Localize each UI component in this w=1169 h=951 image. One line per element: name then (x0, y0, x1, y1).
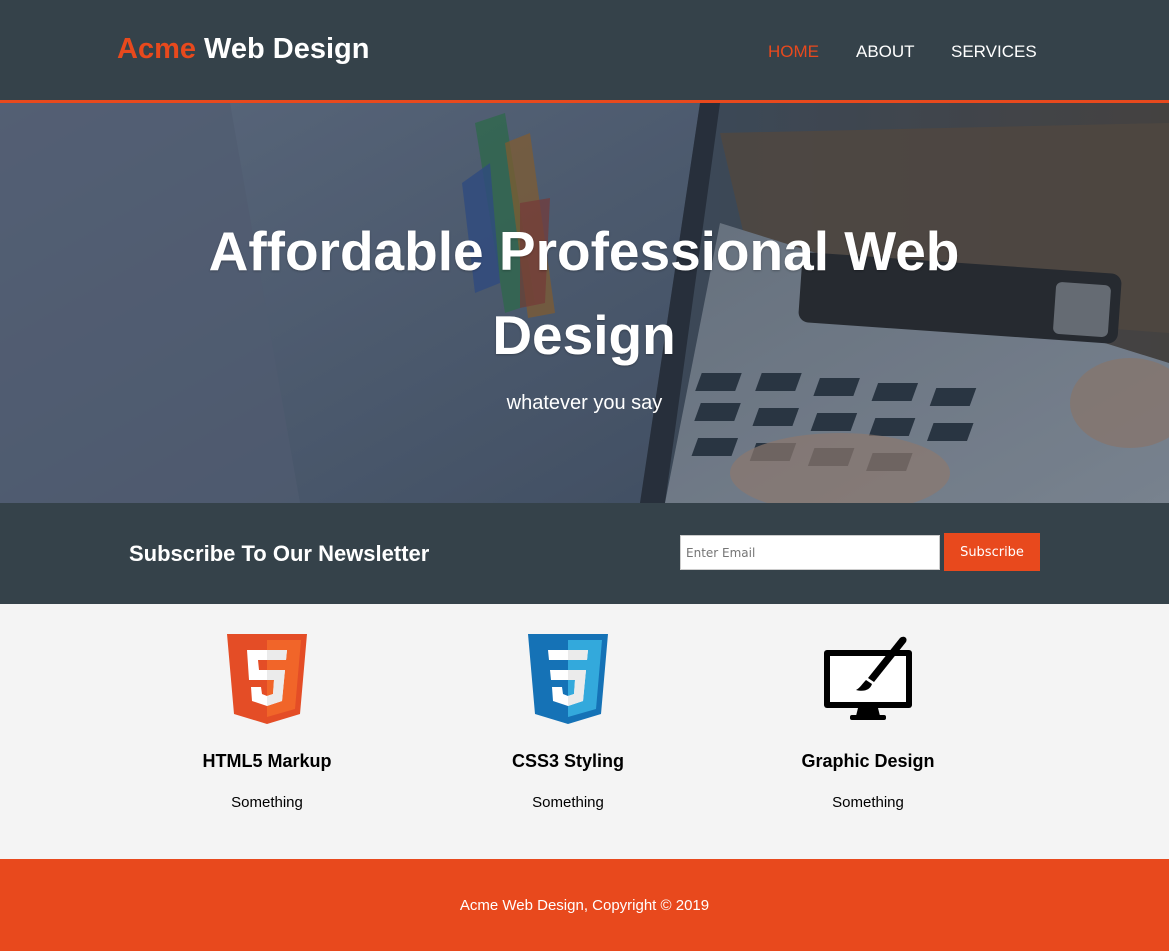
main-nav: HOME ABOUT SERVICES (0, 42, 1169, 64)
hero-title: Affordable Professional Web Design (208, 220, 960, 366)
feature-text: Something (832, 794, 904, 811)
css3-logo-icon (418, 634, 718, 724)
feature-title: CSS3 Styling (511, 751, 625, 771)
nav-item-home[interactable]: HOME (768, 42, 819, 62)
site-footer: Acme Web Design, Copyright © 2019 (0, 859, 1169, 951)
feature-box-graphic-design: Graphic Design Something (718, 604, 1018, 859)
nav-item-services[interactable]: SERVICES (951, 42, 1037, 62)
feature-title: HTML5 Markup (202, 751, 332, 771)
html5-logo-icon (117, 634, 417, 724)
features-section: HTML5 Markup Something CSS3 Styling Some… (0, 604, 1169, 859)
newsletter-heading: Subscribe To Our Newsletter (129, 541, 430, 566)
subscribe-button[interactable]: Subscribe (944, 533, 1040, 571)
site-header: Acme Web Design HOME ABOUT SERVICES (0, 0, 1169, 103)
feature-title: Graphic Design (801, 751, 935, 771)
newsletter-section: Subscribe To Our Newsletter Subscribe (0, 503, 1169, 604)
graphic-design-monitor-icon (718, 634, 1018, 724)
email-input[interactable] (680, 535, 940, 570)
feature-text: Something (532, 794, 604, 811)
hero-showcase: Affordable Professional Web Design whate… (0, 103, 1169, 503)
feature-box-css3: CSS3 Styling Something (418, 604, 718, 859)
hero-subtitle: whatever you say (506, 392, 663, 414)
footer-copyright: Acme Web Design, Copyright © 2019 (459, 897, 710, 914)
nav-item-about[interactable]: ABOUT (856, 42, 915, 62)
feature-text: Something (231, 794, 303, 811)
feature-box-html5: HTML5 Markup Something (117, 604, 417, 859)
